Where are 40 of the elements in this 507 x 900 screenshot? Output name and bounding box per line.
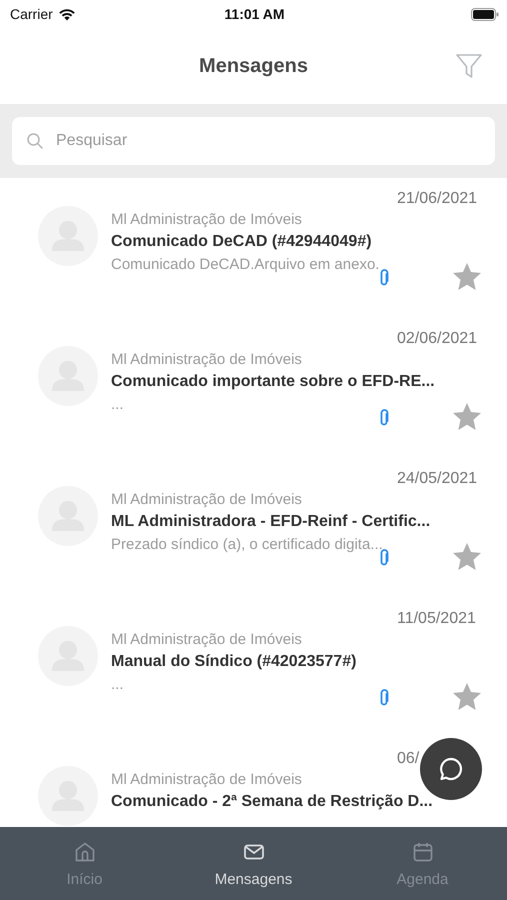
avatar-icon (38, 486, 98, 546)
message-sender: Ml Administração de Imóveis (111, 211, 303, 228)
message-sender: Ml Administração de Imóveis (111, 771, 303, 788)
message-preview: ... (111, 676, 125, 693)
message-date: 02/06/2021 (397, 330, 478, 347)
home-icon (74, 841, 96, 863)
message-date: 11/05/2021 (397, 610, 476, 627)
star-icon[interactable] (452, 682, 482, 711)
avatar-icon (38, 206, 98, 266)
calendar-icon (412, 841, 434, 863)
star-icon[interactable] (452, 262, 482, 291)
search-icon (26, 132, 44, 150)
search-field[interactable]: Pesquisar (12, 117, 495, 165)
message-date: 21/06/2021 (397, 190, 478, 207)
message-subject[interactable]: ML Administradora - EFD-Reinf - Certific... (111, 513, 483, 531)
wifi-icon (58, 8, 76, 20)
message-preview: ... (111, 396, 125, 413)
status-time: 11:01 AM (224, 6, 285, 22)
message-sender: Ml Administração de Imóveis (111, 631, 303, 648)
message-subject[interactable]: Comunicado - 2ª Semana de Restrição D... (111, 793, 483, 811)
star-icon[interactable] (452, 402, 482, 431)
avatar-icon (38, 766, 98, 826)
tab-item[interactable]: Mensagens (169, 827, 338, 900)
message-sender: Ml Administração de Imóveis (111, 351, 303, 368)
avatar-icon (38, 626, 98, 686)
message-subject[interactable]: Comunicado importante sobre o EFD-RE... (111, 373, 483, 391)
carrier-label: Carrier (10, 6, 53, 22)
message-subject[interactable]: Comunicado DeCAD (#42944049#) (111, 233, 483, 251)
message-preview: Comunicado DeCAD.Arquivo em anexo. (111, 256, 380, 273)
message-sender: Ml Administração de Imóveis (111, 491, 303, 508)
chat-bubble-icon (438, 756, 464, 782)
star-icon[interactable] (452, 542, 482, 571)
filter-icon[interactable] (455, 52, 483, 80)
message-date: 24/05/2021 (397, 470, 478, 487)
avatar-icon (38, 346, 98, 406)
message-date: 06/ (397, 750, 420, 767)
message-preview: Prezado síndico (a), o certificado digita... (111, 536, 384, 553)
battery-icon (471, 8, 499, 20)
page-title: Mensagens (199, 54, 308, 78)
message-subject[interactable]: Manual do Síndico (#42023577#) (111, 653, 483, 671)
